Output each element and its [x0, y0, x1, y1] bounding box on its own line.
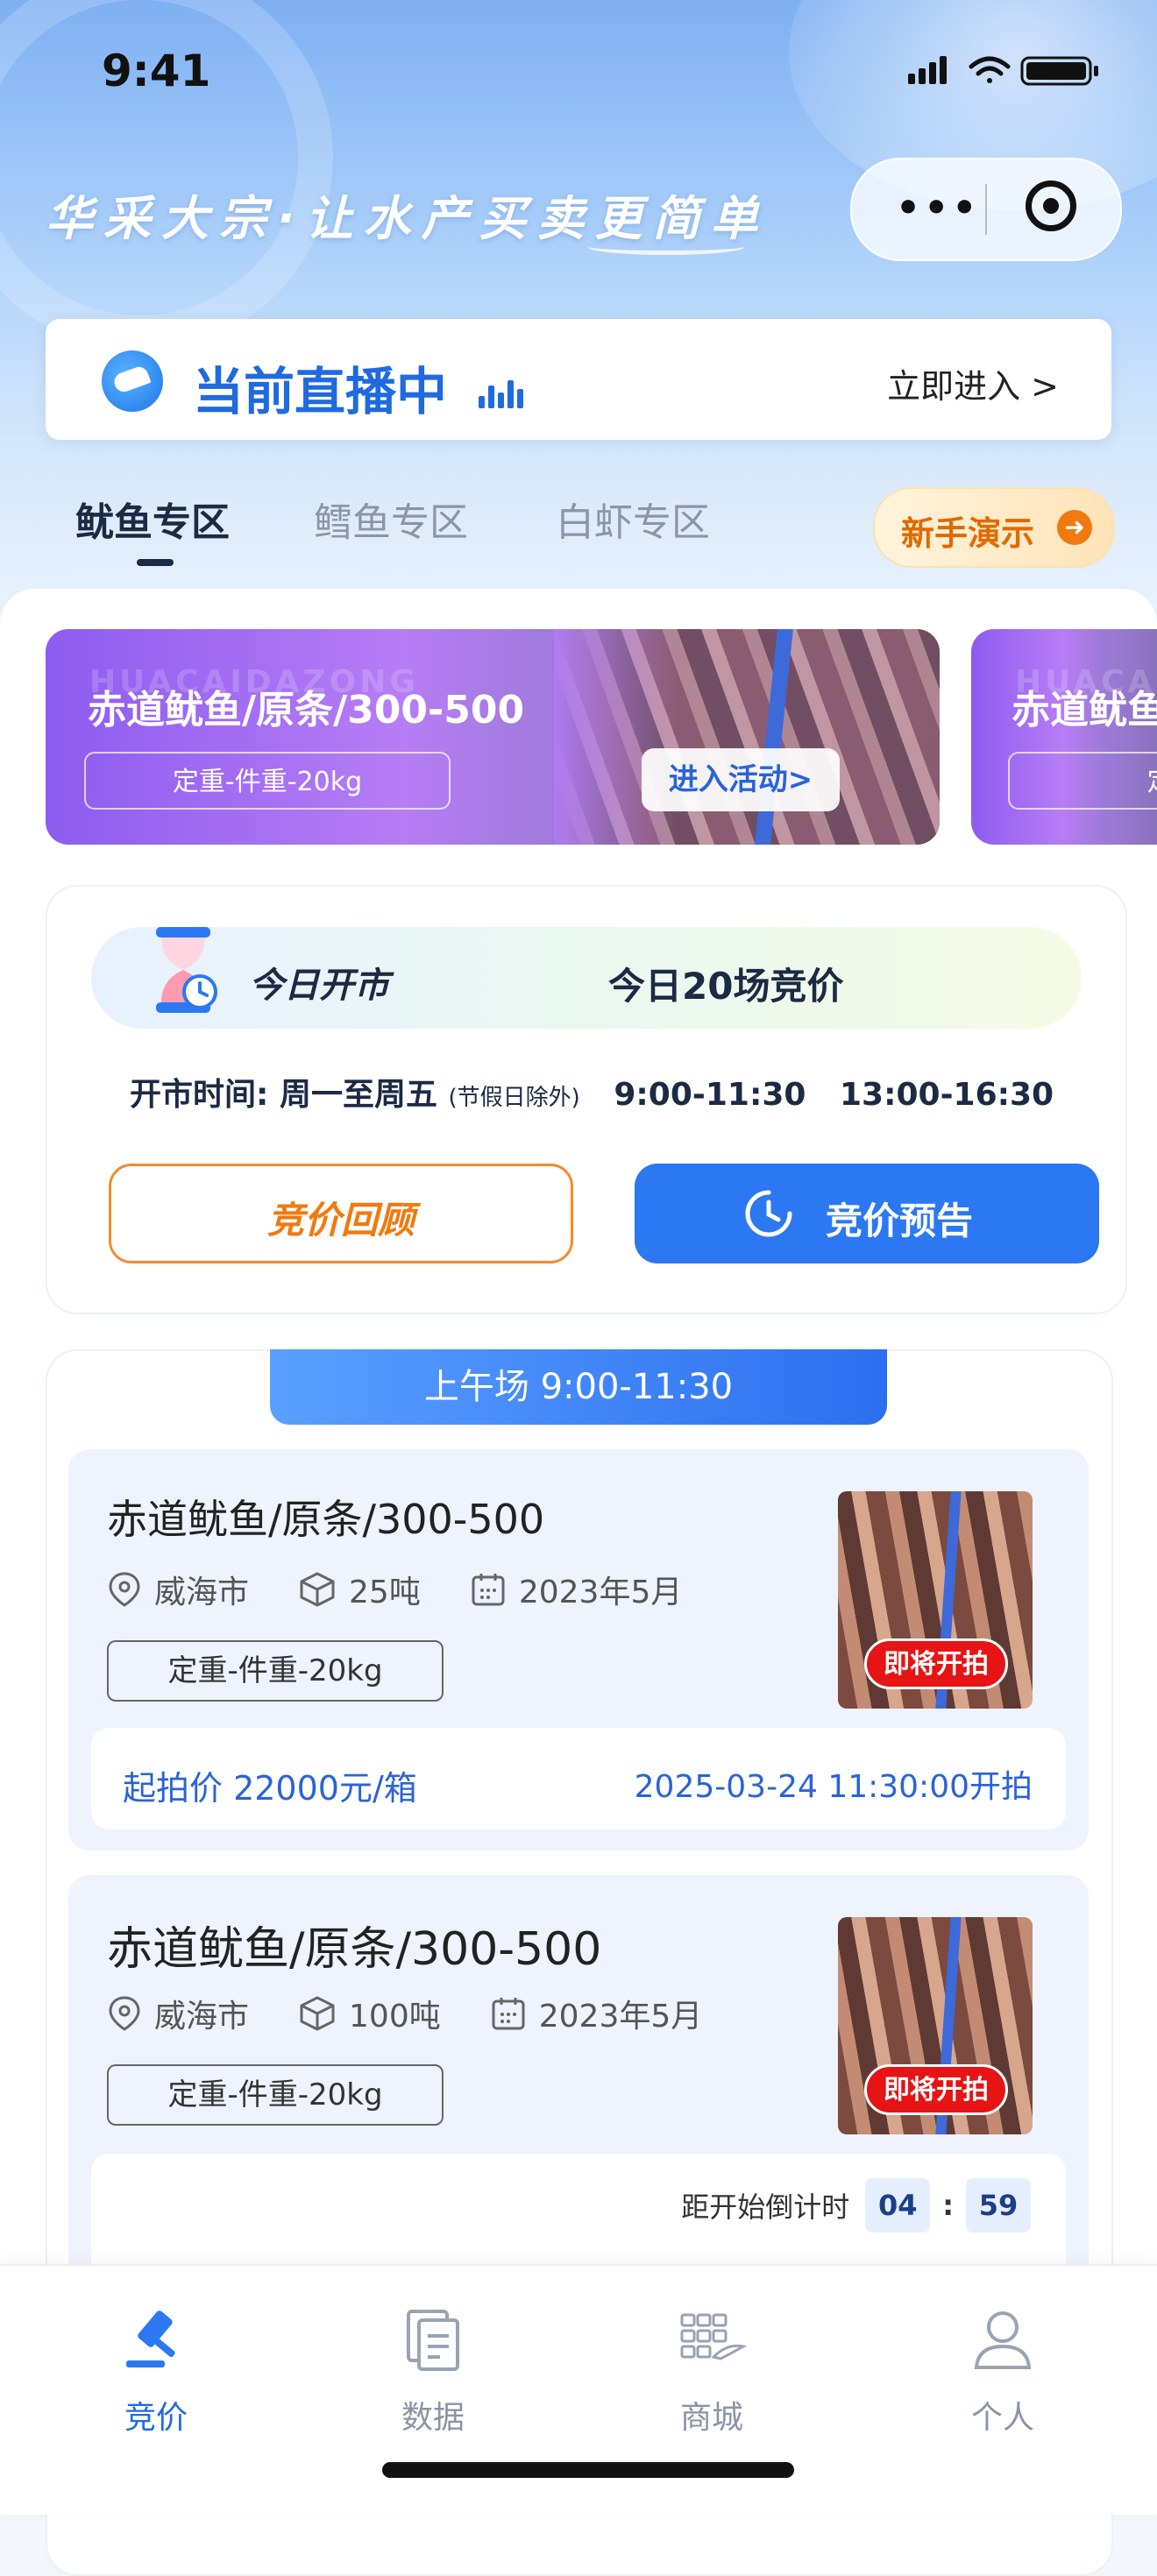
lot-weight: 25吨	[349, 1575, 421, 1610]
lot-meta: 威海市 100吨 2023年5月	[107, 1991, 751, 2036]
lot-spec-tag: 定重-件重-20kg	[107, 2064, 444, 2126]
session-title: 上午场 9:00-11:30	[270, 1349, 887, 1425]
demo-button[interactable]: 新手演示 ➜	[873, 487, 1115, 568]
hours-days: 周一至周五	[279, 1077, 437, 1113]
lot-title: 赤道鱿鱼/原条/300-500	[107, 1923, 602, 1976]
slogan-decoration	[587, 238, 745, 255]
hours-label: 开市时间:	[130, 1077, 269, 1113]
signal-icon	[908, 56, 947, 84]
afternoon-hours: 13:00-16:30	[839, 1077, 1054, 1113]
banner-tag: 定重-件	[1008, 752, 1157, 810]
lot-thumbnail: 即将开拍	[838, 1917, 1033, 2134]
tab-active-indicator	[137, 559, 174, 566]
activity-banner-next[interactable]: HUACAI 赤道鱿鱼 定重-件	[971, 629, 1157, 845]
banner-title: 赤道鱿鱼/原条/300-500	[88, 688, 525, 732]
coming-soon-badge: 即将开拍	[864, 2064, 1008, 2115]
location-icon	[109, 1996, 140, 2031]
auction-preview-label: 竞价预告	[826, 1200, 974, 1242]
today-open-label: 今日开市	[249, 966, 389, 1006]
lot-date: 2023年5月	[538, 1999, 703, 2035]
gavel-icon	[126, 2311, 175, 2367]
market-info-card: 今日开市 今日20场竞价 开市时间: 周一至周五 (节假日除外) 9:00-11…	[46, 885, 1127, 1314]
auction-lot-card[interactable]: 赤道鱿鱼/原条/300-500 威海市 100吨 2023年5月 定重-件重-2…	[68, 1875, 1089, 2313]
location-icon	[109, 1572, 140, 1607]
tabbar-label: 竞价	[124, 2400, 188, 2436]
auction-preview-button[interactable]: 竞价预告	[635, 1164, 1099, 1263]
calendar-icon	[492, 1998, 525, 2030]
market-status-strip	[91, 927, 1082, 1029]
status-time: 9:41	[102, 46, 211, 96]
live-stream-card[interactable]: 当前直播中 立即进入 >	[46, 319, 1111, 440]
tabbar-item-auction[interactable]: 竞价	[68, 2303, 244, 2438]
lot-meta: 威海市 25吨 2023年5月	[107, 1567, 731, 1612]
auction-lot-card[interactable]: 赤道鱿鱼/原条/300-500 威海市 25吨 2023年5月 定重-件重-20…	[68, 1449, 1089, 1851]
lot-title: 赤道鱿鱼/原条/300-500	[107, 1496, 545, 1543]
brand-logo-icon	[102, 350, 163, 412]
market-hours: 开市时间: 周一至周五 (节假日除外) 9:00-11:30 13:00-16:…	[130, 1069, 1054, 1115]
tabbar-label: 商城	[679, 2400, 743, 2436]
banner-title: 赤道鱿鱼	[1011, 688, 1157, 732]
countdown-minutes: 04	[865, 2178, 931, 2233]
lot-start-time: 2025-03-24 11:30:00开拍	[634, 1769, 1033, 1805]
lot-city: 威海市	[154, 1575, 250, 1610]
capsule-divider	[985, 184, 987, 235]
countdown-seconds: 59	[966, 2178, 1031, 2233]
countdown: 距开始倒计时 04 : 59	[681, 2178, 1031, 2233]
tab-cod[interactable]: 鳕鱼专区	[314, 491, 468, 547]
squid-photo	[554, 629, 940, 845]
live-enter-link[interactable]: 立即进入 >	[887, 359, 1059, 407]
countdown-label: 距开始倒计时	[681, 2190, 850, 2224]
live-title: 当前直播中	[193, 362, 448, 421]
banner-enter-button[interactable]: 进入活动>	[642, 748, 840, 811]
lot-weight: 100吨	[349, 1999, 441, 2035]
today-auction-count: 今日20场竞价	[608, 965, 844, 1008]
box-icon	[300, 1572, 335, 1607]
coming-soon-badge: 即将开拍	[864, 1638, 1008, 1689]
morning-hours: 9:00-11:30	[614, 1077, 806, 1113]
home-indicator	[382, 2462, 794, 2478]
more-icon[interactable]: •••	[896, 189, 980, 228]
grid-shop-icon	[680, 2313, 748, 2360]
calendar-icon	[472, 1574, 505, 1606]
arrow-right-icon: ➜	[1057, 510, 1092, 545]
document-icon	[407, 2310, 459, 2371]
live-bars-icon	[479, 373, 523, 408]
wifi-icon	[969, 56, 1011, 83]
lot-price-bar: 起拍价 22000元/箱 2025-03-24 11:30:00开拍	[91, 1728, 1066, 1829]
activity-banner[interactable]: HUACAIDAZONG 赤道鱿鱼/原条/300-500 定重-件重-20kg …	[46, 629, 940, 845]
tab-squid[interactable]: 鱿鱼专区	[75, 491, 230, 547]
user-icon	[974, 2311, 1032, 2369]
box-icon	[300, 1996, 335, 2031]
tab-white-shrimp[interactable]: 白虾专区	[556, 491, 710, 547]
lot-date: 2023年5月	[518, 1575, 683, 1610]
clock-icon	[745, 1190, 792, 1237]
hourglass-icon	[156, 927, 217, 1013]
lot-city: 威海市	[154, 1999, 250, 2035]
tabbar-item-shop[interactable]: 商城	[624, 2303, 799, 2438]
close-target-icon[interactable]	[1026, 180, 1076, 231]
tabbar-label: 数据	[401, 2400, 465, 2436]
miniprogram-capsule[interactable]: •••	[850, 158, 1122, 261]
lot-start-price: 起拍价 22000元/箱	[123, 1769, 417, 1808]
auction-review-label: 竞价回顾	[266, 1199, 415, 1242]
tabbar-label: 个人	[970, 2400, 1034, 2436]
auction-review-button[interactable]: 竞价回顾	[109, 1164, 573, 1263]
battery-icon	[1020, 56, 1098, 86]
countdown-separator: :	[942, 2189, 954, 2222]
tabbar-item-data[interactable]: 数据	[345, 2303, 521, 2438]
holiday-note: (节假日除外)	[448, 1085, 580, 1111]
lot-thumbnail: 即将开拍	[838, 1491, 1033, 1709]
demo-button-label: 新手演示	[901, 514, 1035, 553]
tabbar-item-profile[interactable]: 个人	[915, 2303, 1090, 2438]
lot-spec-tag: 定重-件重-20kg	[107, 1640, 444, 1702]
status-bar-icons	[908, 56, 1098, 86]
banner-tag: 定重-件重-20kg	[84, 752, 451, 810]
